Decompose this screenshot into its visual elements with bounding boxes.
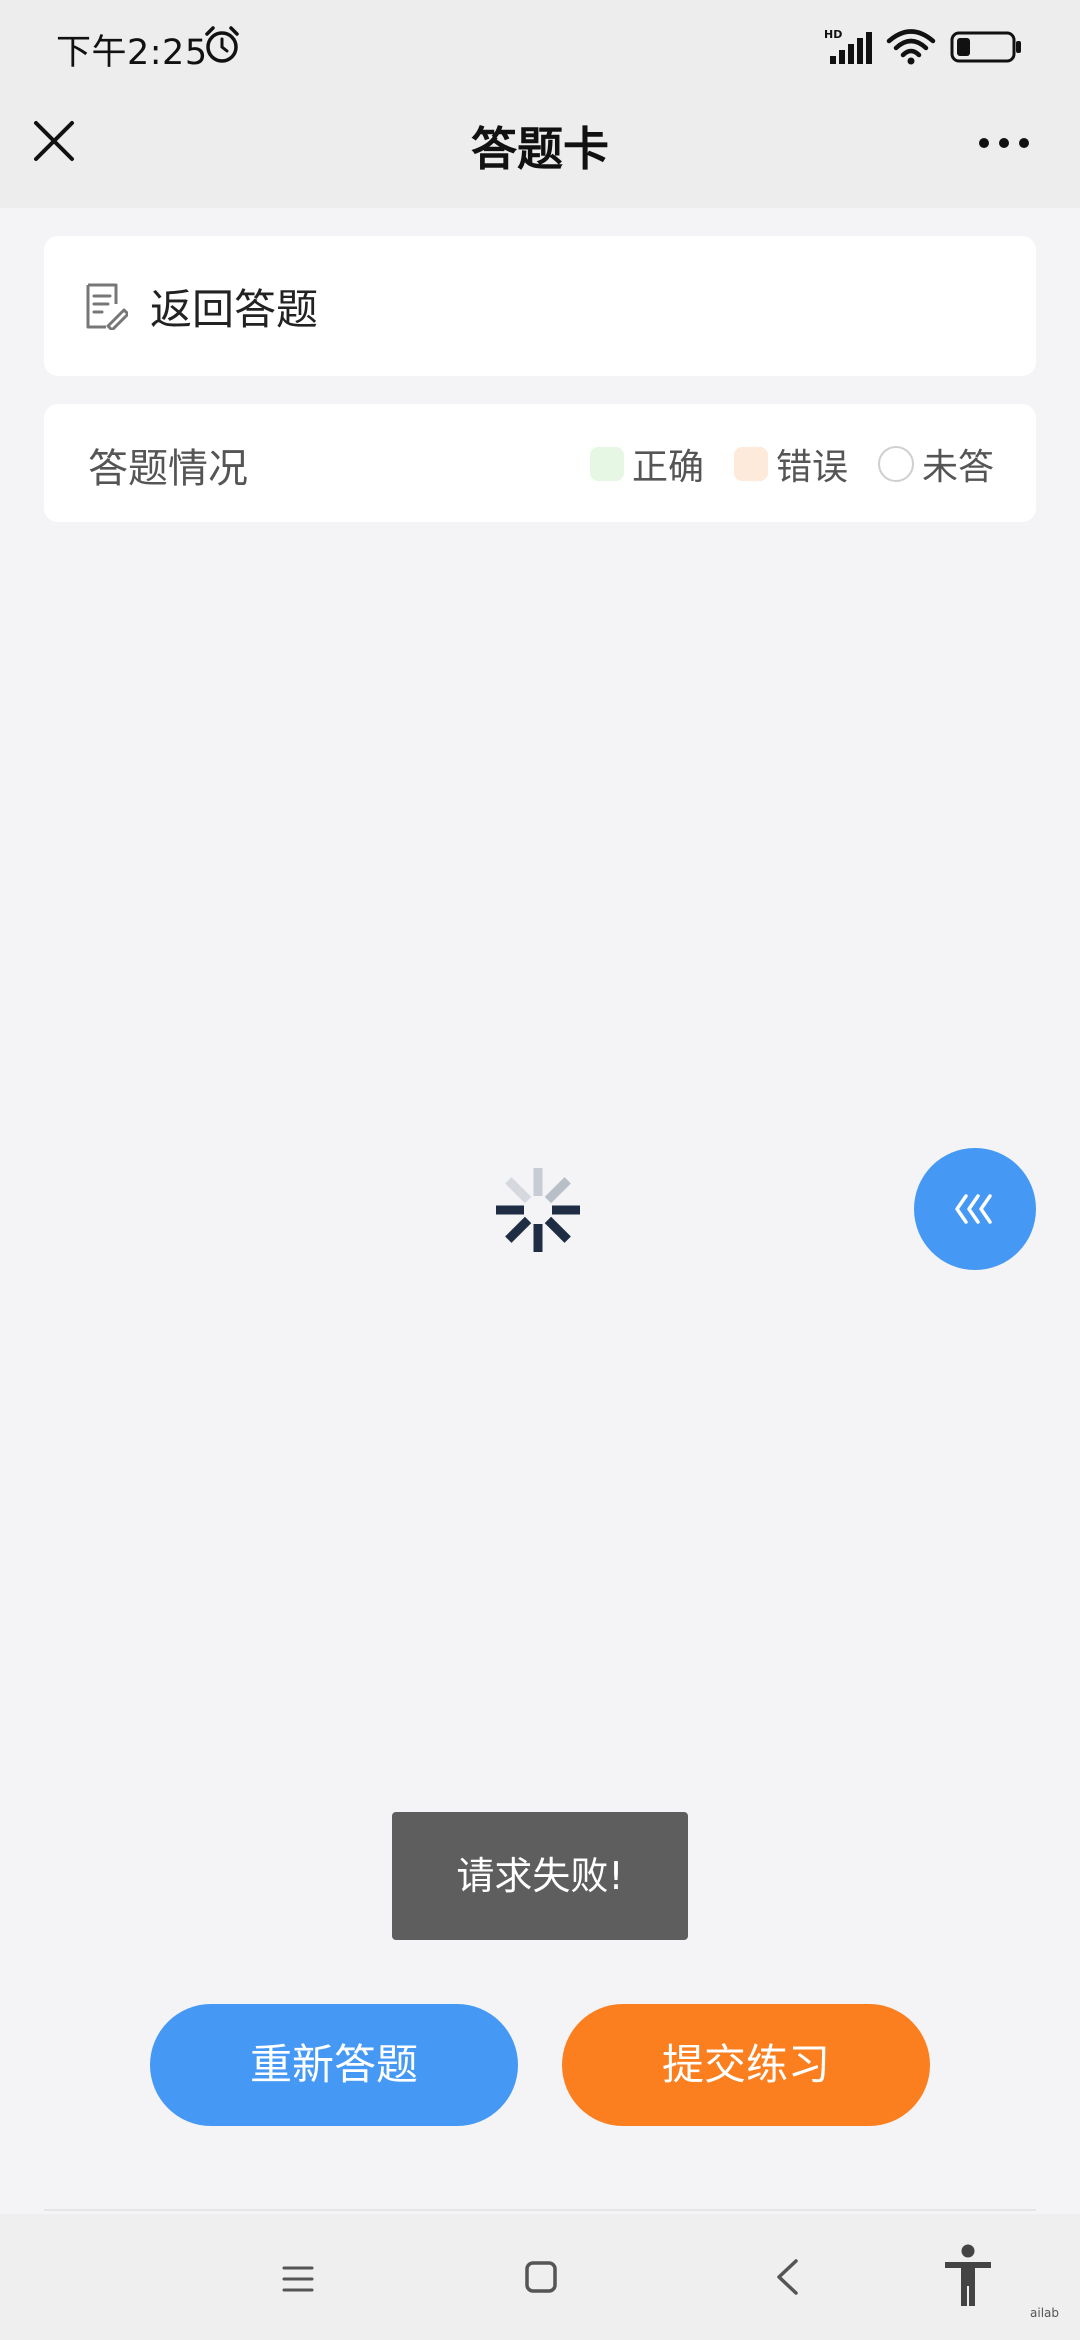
more-icon[interactable] — [976, 133, 1032, 153]
back-icon[interactable] — [774, 2258, 800, 2296]
legend: 正确 错误 未答 — [560, 438, 994, 490]
submit-practice-button[interactable]: 提交练习 — [562, 2004, 930, 2126]
document-edit-icon — [86, 283, 128, 330]
triple-chevron-left-icon — [955, 1194, 992, 1224]
legend-wrong-label: 错误 — [775, 447, 848, 488]
wifi-icon — [886, 29, 936, 65]
legend-correct-swatch — [589, 447, 624, 481]
svg-text:HD: HD — [824, 28, 842, 41]
loading-spinner-icon — [496, 1168, 580, 1252]
nav-divider — [44, 2209, 1036, 2211]
back-to-questions-label: 返回答题 — [150, 285, 319, 334]
answer-status-label: 答题情况 — [88, 446, 248, 492]
home-icon[interactable] — [524, 2260, 558, 2294]
legend-correct-label: 正确 — [631, 447, 704, 488]
hd-signal-icon: HD — [824, 28, 872, 64]
watermark: ailab — [1030, 2306, 1059, 2320]
alarm-icon — [205, 26, 239, 63]
legend-unanswered-swatch — [877, 446, 914, 482]
legend-unanswered-label: 未答 — [921, 447, 994, 488]
answer-status-card: 答题情况 正确 错误 未答 — [44, 404, 1036, 522]
legend-unanswered: 未答 — [877, 438, 994, 490]
legend-correct: 正确 — [589, 438, 704, 490]
floating-expand-button[interactable] — [914, 1148, 1036, 1270]
system-nav-bar: ailab — [0, 2214, 1080, 2340]
legend-wrong-swatch — [733, 447, 768, 481]
status-bar: 下午2:25 HD — [0, 0, 1080, 95]
app-header: 答题卡 — [0, 95, 1080, 208]
battery-icon — [950, 31, 1021, 63]
menu-icon[interactable] — [282, 2264, 314, 2294]
error-toast: 请求失败! — [392, 1812, 688, 1940]
legend-wrong: 错误 — [733, 438, 848, 490]
page-title: 答题卡 — [471, 122, 609, 176]
redo-answers-button[interactable]: 重新答题 — [150, 2004, 518, 2126]
accessibility-icon[interactable] — [942, 2244, 994, 2308]
back-to-questions-card[interactable]: 返回答题 — [44, 236, 1036, 376]
status-time: 下午2:25 — [56, 33, 208, 73]
